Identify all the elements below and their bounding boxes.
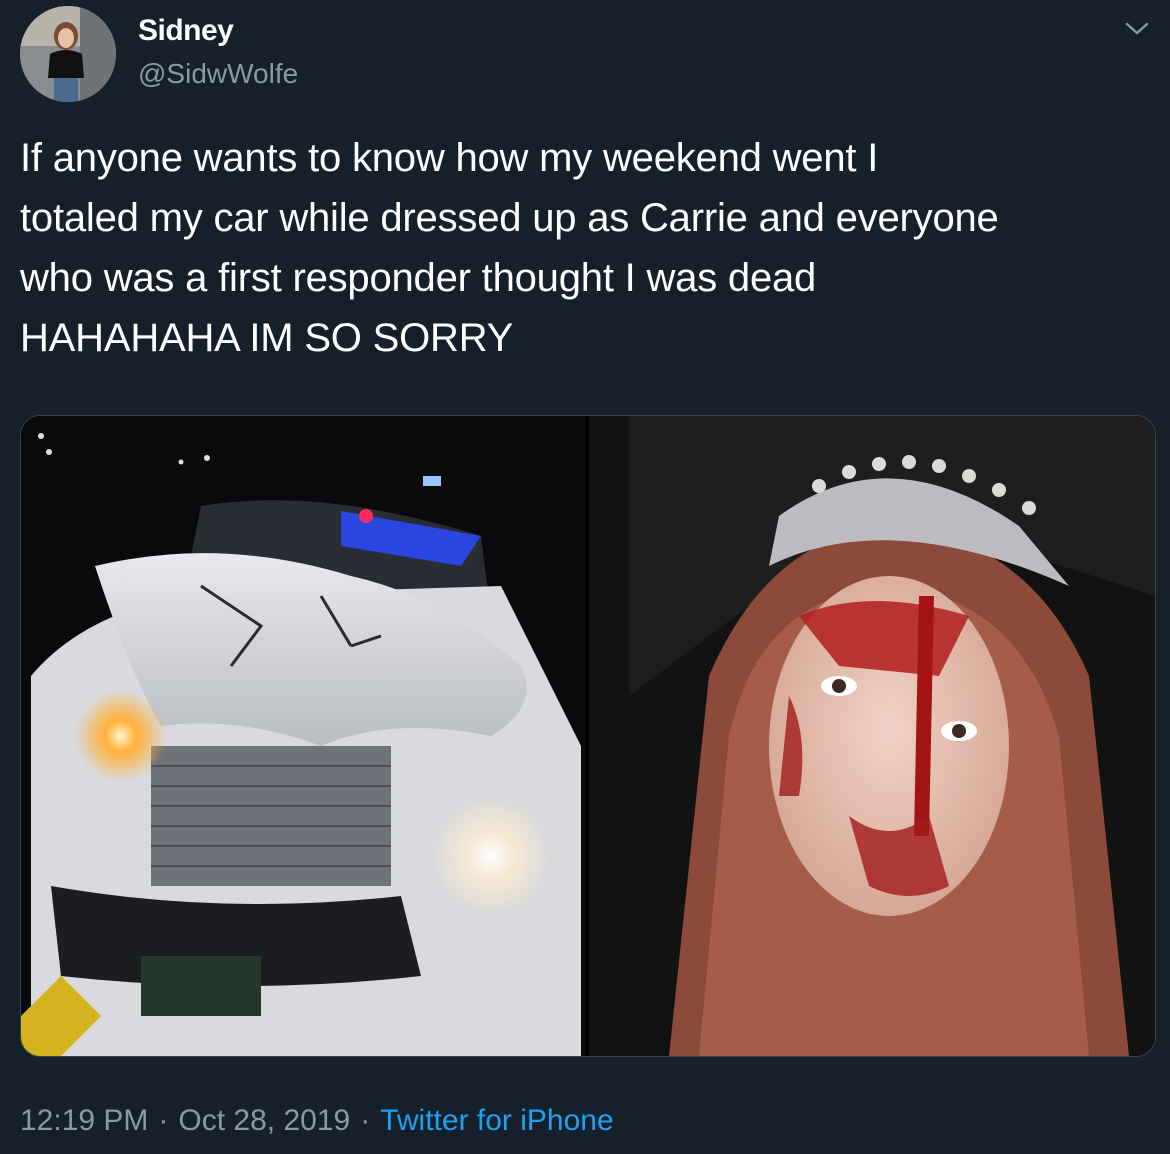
photo-wrecked-car[interactable] — [21, 416, 585, 1056]
media-grid — [20, 415, 1156, 1057]
photo-carrie-selfie[interactable] — [589, 416, 1155, 1056]
user-handle[interactable]: @SidwWolfe — [138, 58, 298, 90]
tweet-text: If anyone wants to know how my weekend w… — [20, 136, 999, 360]
tweet-time[interactable]: 12:19 PM — [20, 1104, 148, 1137]
separator-dot: · — [360, 1104, 371, 1137]
display-name[interactable]: Sidney — [138, 14, 234, 48]
separator-dot: · — [158, 1104, 169, 1137]
tweet-metadata: 12:19 PM · Oct 28, 2019 · Twitter for iPhone — [20, 1104, 614, 1138]
tweet-source-link[interactable]: Twitter for iPhone — [380, 1104, 613, 1137]
tweet-date[interactable]: Oct 28, 2019 — [178, 1104, 350, 1137]
chevron-down-icon[interactable] — [1124, 20, 1150, 38]
avatar-image — [20, 6, 116, 102]
avatar[interactable] — [20, 6, 116, 102]
tweet: Sidney @SidwWolfe If anyone wants to kno… — [0, 0, 1170, 1154]
